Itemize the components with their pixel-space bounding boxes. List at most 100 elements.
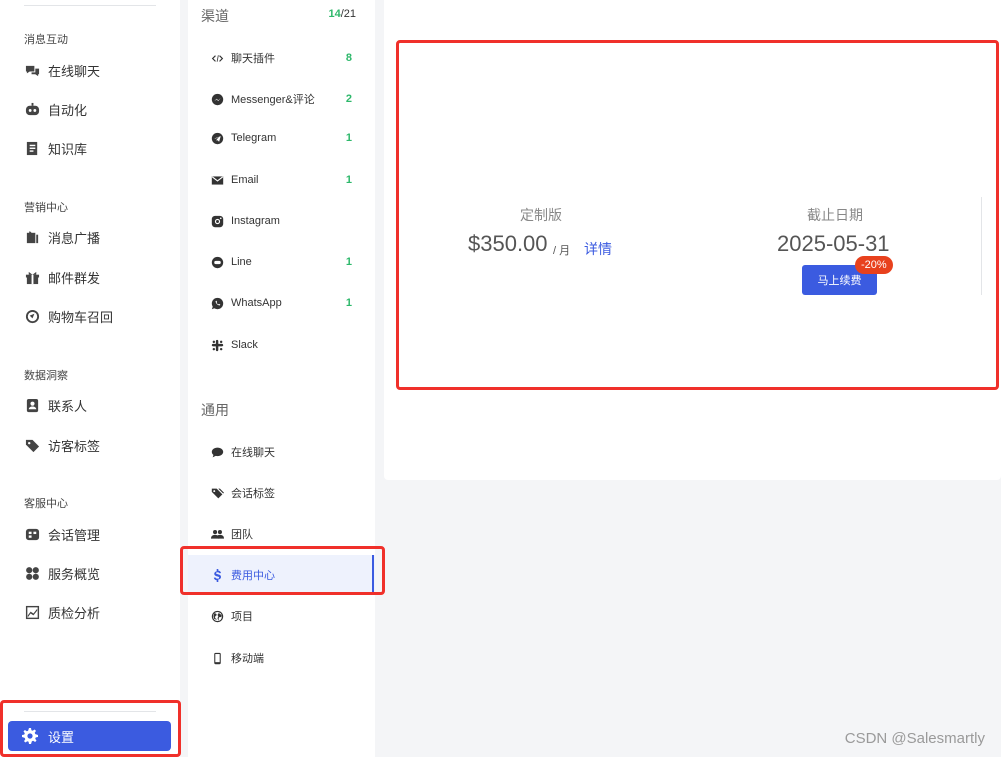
watermark: CSDN @Salesmartly [844,730,985,747]
mobile-phone-icon [210,651,224,665]
sidebar-item-contacts[interactable]: 联系人 [14,390,170,420]
chat-bubbles-icon [24,62,40,78]
channel-label: Email [231,174,259,186]
general-title: 通用 [201,402,229,418]
sidebar-item-live-chat[interactable]: 在线聊天 [14,55,170,85]
sidebar-item-label: 质检分析 [48,605,101,621]
channel-count: 1 [345,297,352,309]
channel-label: Instagram [231,215,280,227]
chat-bubble-icon [210,445,224,459]
general-item-billing-center[interactable]: 费用中心 [188,555,375,595]
section-title-insights: 数据洞察 [24,370,68,382]
settings-label: 设置 [48,729,75,745]
robot-icon [24,101,40,117]
channel-item-whatsapp[interactable]: WhatsApp 1 [188,288,375,318]
channel-count: 2 [345,93,352,105]
general-label: 会话标签 [231,488,275,500]
sidebar-item-label: 在线聊天 [48,63,101,79]
channel-item-email[interactable]: Email 1 [188,165,375,195]
divider [24,5,156,6]
messenger-icon [210,92,224,106]
channel-label: Messenger&评论 [231,94,315,106]
general-label: 费用中心 [231,570,275,582]
settings-menu-panel: 渠道 14/21 聊天插件 8 Messenger&评论 2 Telegram … [188,0,375,757]
channel-item-line[interactable]: Line 1 [188,247,375,277]
channel-item-instagram[interactable]: Instagram [188,206,375,236]
sidebar-item-mass-email[interactable]: 邮件群发 [14,262,170,292]
cart-recall-icon [24,308,40,324]
general-label: 在线聊天 [231,447,275,459]
book-icon [24,140,40,156]
chart-icon [24,604,40,620]
code-icon [210,51,224,65]
instagram-icon [210,214,224,228]
overview-icon [24,565,40,581]
general-item-projects[interactable]: 项目 [188,601,375,631]
channel-label: WhatsApp [231,297,282,309]
discount-badge: -20% [855,256,893,274]
sidebar-item-cart-recall[interactable]: 购物车召回 [14,301,170,331]
slack-icon [210,338,224,352]
sidebar-item-label: 购物车召回 [48,309,114,325]
channel-label: Line [231,256,252,268]
broadcast-icon [24,229,40,245]
sidebar-item-label: 知识库 [48,141,88,157]
general-label: 移动端 [231,653,264,665]
sidebar-item-label: 访客标签 [48,438,101,454]
sidebar-item-broadcast[interactable]: 消息广播 [14,222,170,252]
price-period: / 月 [553,245,571,257]
session-icon [24,526,40,542]
sidebar-item-automation[interactable]: 自动化 [14,94,170,124]
gear-icon [22,728,38,744]
globe-icon [210,609,224,623]
general-label: 项目 [231,611,253,623]
sidebar-item-label: 消息广播 [48,230,101,246]
whatsapp-icon [210,296,224,310]
section-title-service: 客服中心 [24,498,68,510]
sidebar-item-label: 会话管理 [48,527,101,543]
section-title-messaging: 消息互动 [24,34,68,46]
gift-icon [24,269,40,285]
channel-label: 聊天插件 [231,53,275,65]
plan-price: $350.00 [468,231,548,256]
divider [24,711,156,712]
general-item-mobile[interactable]: 移动端 [188,643,375,673]
channel-item-telegram[interactable]: Telegram 1 [188,123,375,153]
contact-icon [24,397,40,413]
tag-icon [24,437,40,453]
active-indicator [372,555,374,595]
sidebar-item-session-management[interactable]: 会话管理 [14,519,170,549]
sidebar-item-label: 自动化 [48,102,88,118]
general-label: 团队 [231,529,253,541]
deadline-label: 截止日期 [807,207,863,223]
sidebar-item-quality-analysis[interactable]: 质检分析 [14,597,170,627]
section-title-marketing: 营销中心 [24,202,68,214]
channel-label: Slack [231,339,258,351]
general-item-team[interactable]: 团队 [188,519,375,549]
sidebar-item-label: 邮件群发 [48,270,101,286]
channel-count: 1 [345,132,352,144]
channel-item-messenger[interactable]: Messenger&评论 2 [188,84,375,114]
channels-title: 渠道 [201,8,229,24]
plan-details-link[interactable]: 详情 [584,239,612,259]
channel-item-slack[interactable]: Slack [188,330,375,360]
team-icon [210,527,224,541]
sidebar-item-visitor-tags[interactable]: 访客标签 [14,430,170,460]
sidebar-item-knowledge-base[interactable]: 知识库 [14,133,170,163]
channels-count: 14/21 [328,8,356,20]
general-item-session-tags[interactable]: 会话标签 [188,478,375,508]
divider [981,197,982,295]
general-item-live-chat[interactable]: 在线聊天 [188,437,375,467]
tags-icon [210,486,224,500]
channels-count-total: /21 [340,8,356,20]
deadline-date: 2025-05-31 [777,231,890,256]
sidebar-item-service-overview[interactable]: 服务概览 [14,558,170,588]
channel-count: 1 [345,174,352,186]
dollar-icon [210,568,224,582]
channel-item-chat-plugin[interactable]: 聊天插件 8 [188,43,375,73]
channel-label: Telegram [231,132,277,144]
settings-button[interactable]: 设置 [8,721,171,751]
email-icon [210,173,224,187]
channel-count: 8 [345,52,352,64]
sidebar-item-label: 联系人 [48,398,88,414]
